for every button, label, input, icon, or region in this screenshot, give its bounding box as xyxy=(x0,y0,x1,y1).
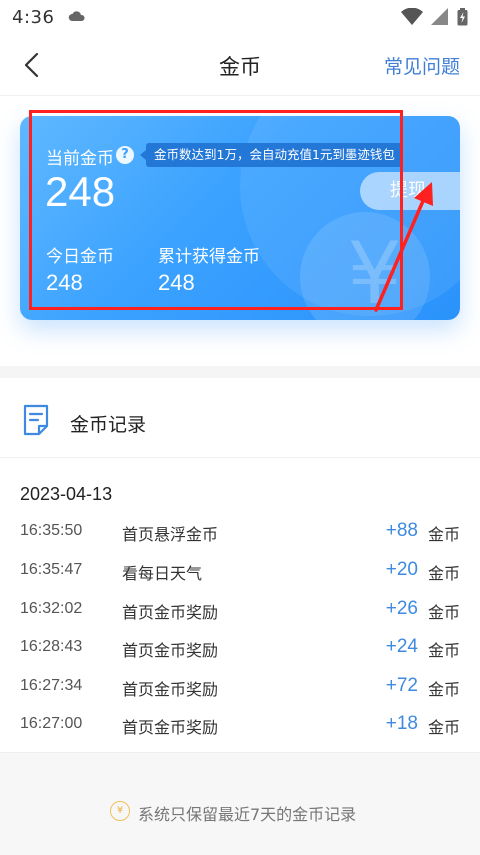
record-row: 16:32:02 首页金币奖励 +26 金币 xyxy=(0,592,480,630)
record-time: 16:35:50 xyxy=(20,522,83,539)
record-amount: +24 xyxy=(385,636,418,657)
record-time: 16:32:02 xyxy=(20,600,83,617)
current-coins-value: 248 xyxy=(45,168,116,215)
current-coins-label: 当前金币 xyxy=(46,149,114,169)
record-row: 16:35:47 看每日天气 +20 金币 xyxy=(0,553,480,591)
record-row: 16:35:50 首页悬浮金币 +88 金币 xyxy=(0,514,480,552)
record-amount: +20 xyxy=(385,559,418,580)
record-desc: 首页金币奖励 xyxy=(122,603,219,622)
today-coins-label: 今日金币 xyxy=(46,247,114,267)
records-title: 金币记录 xyxy=(70,414,147,436)
record-unit: 金币 xyxy=(427,680,460,699)
auto-recharge-tooltip: 金币数达到1万，会自动充值1元到墨迹钱包 xyxy=(140,143,403,167)
record-desc: 首页金币奖励 xyxy=(122,718,219,737)
record-unit: 金币 xyxy=(427,718,460,737)
withdraw-button[interactable]: 提现 xyxy=(360,172,460,210)
record-amount: +88 xyxy=(385,520,418,541)
record-time: 16:27:00 xyxy=(20,715,83,732)
record-unit: 金币 xyxy=(427,525,460,544)
faq-link[interactable]: 常见问题 xyxy=(384,52,460,79)
status-time: 4:36 xyxy=(12,6,55,28)
today-coins-value: 248 xyxy=(46,270,83,295)
help-icon[interactable]: ? xyxy=(116,146,134,164)
record-desc: 首页悬浮金币 xyxy=(122,525,219,544)
status-bar: 4:36 xyxy=(0,0,480,34)
wifi-icon xyxy=(401,8,423,25)
record-desc: 首页金币奖励 xyxy=(122,680,219,699)
retention-notice: 系统只保留最近7天的金币记录 xyxy=(138,805,357,824)
record-unit: 金币 xyxy=(427,641,460,660)
record-amount: +72 xyxy=(385,675,418,696)
coin-balance-card: ¥ 当前金币 ? 金币数达到1万，会自动充值1元到墨迹钱包 248 提现 今日金… xyxy=(20,116,460,320)
total-coins-value: 248 xyxy=(158,270,195,295)
record-desc: 首页金币奖励 xyxy=(122,641,219,660)
record-time: 16:28:43 xyxy=(20,638,83,655)
record-time: 16:35:47 xyxy=(20,561,83,578)
signal-icon xyxy=(431,8,448,25)
record-desc: 看每日天气 xyxy=(122,564,203,583)
record-unit: 金币 xyxy=(427,564,460,583)
app-header: 金币 常见问题 xyxy=(0,34,480,96)
total-coins-label: 累计获得金币 xyxy=(158,247,260,267)
records-doc-icon xyxy=(23,404,49,436)
records-footer: ¥ 系统只保留最近7天的金币记录 xyxy=(0,752,480,855)
records-date: 2023-04-13 xyxy=(20,484,113,504)
record-row: 16:28:43 首页金币奖励 +24 金币 xyxy=(0,630,480,668)
record-unit: 金币 xyxy=(427,603,460,622)
record-amount: +18 xyxy=(385,713,418,734)
coin-icon: ¥ xyxy=(110,801,130,821)
status-icons xyxy=(401,8,468,26)
section-divider xyxy=(0,366,480,378)
battery-icon xyxy=(457,8,468,26)
record-amount: +26 xyxy=(385,598,418,619)
yen-watermark-icon: ¥ xyxy=(347,224,402,320)
cloud-icon xyxy=(69,11,85,21)
record-time: 16:27:34 xyxy=(20,677,83,694)
record-row: 16:27:34 首页金币奖励 +72 金币 xyxy=(0,669,480,707)
record-row: 16:27:00 首页金币奖励 +18 金币 xyxy=(0,707,480,745)
records-header: 金币记录 xyxy=(0,378,480,458)
